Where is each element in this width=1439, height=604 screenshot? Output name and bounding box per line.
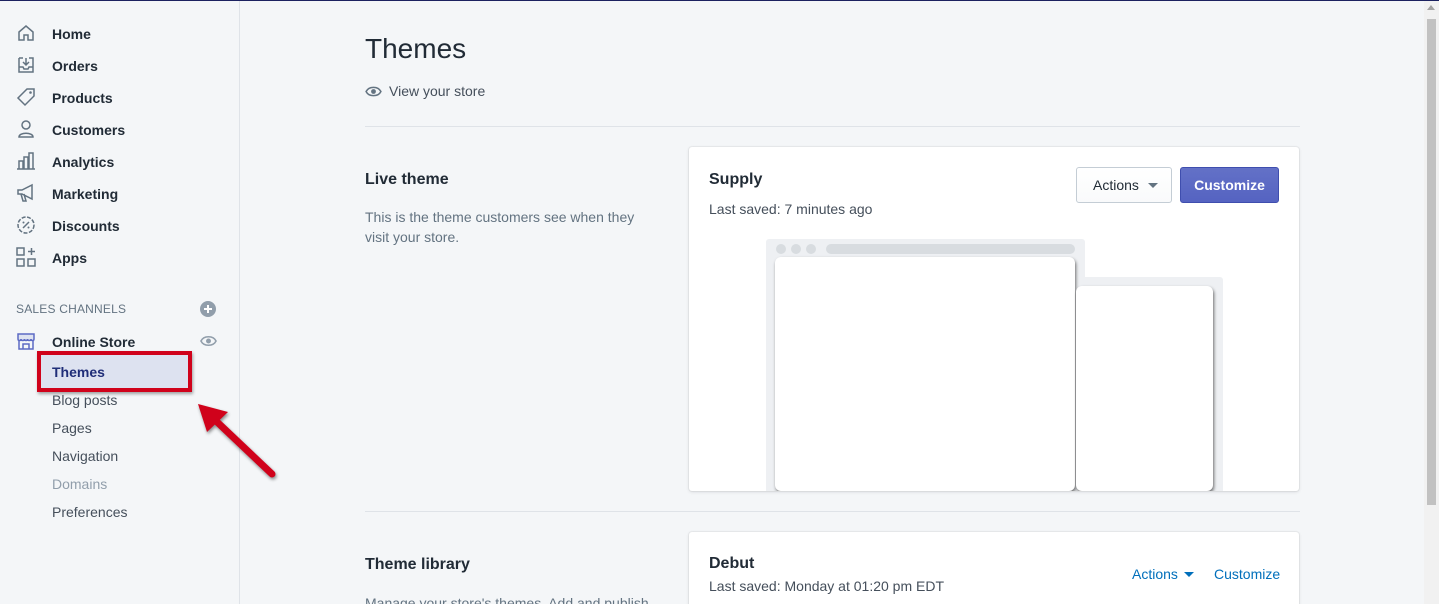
sidebar-subitem-themes[interactable]: Themes — [52, 364, 105, 380]
sidebar: Home Orders Products Customers Analytics… — [0, 1, 276, 604]
sidebar-subitem-navigation[interactable]: Navigation — [52, 448, 118, 464]
sidebar-item-apps[interactable]: Apps — [0, 242, 239, 274]
desktop-preview-image[interactable] — [775, 257, 1075, 491]
megaphone-icon — [17, 183, 33, 202]
sidebar-item-label: Home — [52, 26, 91, 42]
scroll-up-arrow-icon[interactable] — [1427, 5, 1435, 10]
home-icon — [18, 25, 34, 41]
bar-chart-icon — [17, 152, 35, 170]
sidebar-item-customers[interactable]: Customers — [0, 114, 239, 146]
theme-library-description: Manage your store's themes. Add and publ… — [365, 595, 649, 604]
divider — [365, 126, 1300, 127]
live-theme-card: Supply Last saved: 7 minutes ago Actions… — [689, 147, 1299, 491]
eye-icon[interactable] — [200, 334, 217, 348]
sidebar-item-label: Marketing — [52, 186, 119, 202]
divider — [365, 511, 1300, 512]
sidebar-subitem-pages[interactable]: Pages — [52, 420, 92, 436]
window-dot — [806, 244, 816, 254]
theme-name: Debut — [709, 555, 755, 572]
sidebar-subitem-domains[interactable]: Domains — [52, 476, 107, 492]
sidebar-item-home[interactable]: Home — [0, 18, 239, 50]
view-store-link[interactable]: View your store — [365, 83, 485, 99]
person-icon — [18, 120, 34, 138]
mobile-preview-image[interactable] — [1076, 286, 1213, 491]
url-bar — [826, 244, 1075, 254]
discount-icon — [17, 216, 35, 234]
eye-icon — [365, 86, 382, 96]
red-arrow-annotation — [198, 404, 276, 478]
add-circle-icon[interactable] — [200, 301, 216, 317]
library-theme-card: Debut Last saved: Monday at 01:20 pm EDT… — [689, 532, 1299, 604]
theme-last-saved: Last saved: Monday at 01:20 pm EDT — [709, 578, 945, 594]
sales-channels-heading: SALES CHANNELS — [16, 302, 127, 316]
sidebar-item-discounts[interactable]: Discounts — [0, 210, 239, 242]
sidebar-item-label: Orders — [52, 58, 98, 74]
window-dot — [776, 244, 786, 254]
sidebar-item-products[interactable]: Products — [0, 82, 239, 114]
sidebar-item-marketing[interactable]: Marketing — [0, 178, 239, 210]
live-theme-heading: Live theme — [365, 171, 449, 188]
page-title: Themes — [365, 33, 467, 64]
apps-icon — [16, 247, 36, 267]
theme-last-saved: Last saved: 7 minutes ago — [709, 201, 873, 217]
sidebar-subitem-preferences[interactable]: Preferences — [52, 504, 127, 520]
customize-link[interactable]: Customize — [1214, 566, 1280, 582]
actions-dropdown-button[interactable]: Actions — [1076, 167, 1172, 203]
sidebar-item-label: Customers — [52, 122, 126, 138]
customize-button[interactable]: Customize — [1180, 167, 1279, 203]
tag-icon — [16, 88, 35, 107]
view-store-label: View your store — [389, 83, 486, 99]
sidebar-item-orders[interactable]: Orders — [0, 50, 239, 82]
sidebar-item-label: Apps — [52, 250, 87, 266]
actions-dropdown-link[interactable]: Actions — [1132, 566, 1194, 582]
sidebar-item-label: Analytics — [52, 154, 115, 170]
live-theme-description: This is the theme customers see when the… — [365, 209, 635, 245]
sidebar-subitem-blog-posts[interactable]: Blog posts — [52, 392, 117, 408]
actions-label: Actions — [1093, 177, 1139, 193]
store-icon — [17, 333, 35, 350]
window-dot — [791, 244, 801, 254]
orders-icon — [18, 57, 34, 73]
actions-label: Actions — [1132, 566, 1178, 582]
sidebar-item-label: Online Store — [52, 334, 136, 350]
theme-name: Supply — [709, 171, 763, 188]
vertical-scrollbar[interactable] — [1424, 1, 1439, 604]
theme-library-heading: Theme library — [365, 556, 470, 573]
sidebar-item-label: Products — [52, 90, 113, 106]
scrollbar-thumb[interactable] — [1427, 19, 1436, 505]
sidebar-item-label: Discounts — [52, 218, 120, 234]
caret-down-icon — [1183, 571, 1194, 577]
sidebar-item-analytics[interactable]: Analytics — [0, 146, 239, 178]
caret-down-icon — [1147, 182, 1158, 188]
